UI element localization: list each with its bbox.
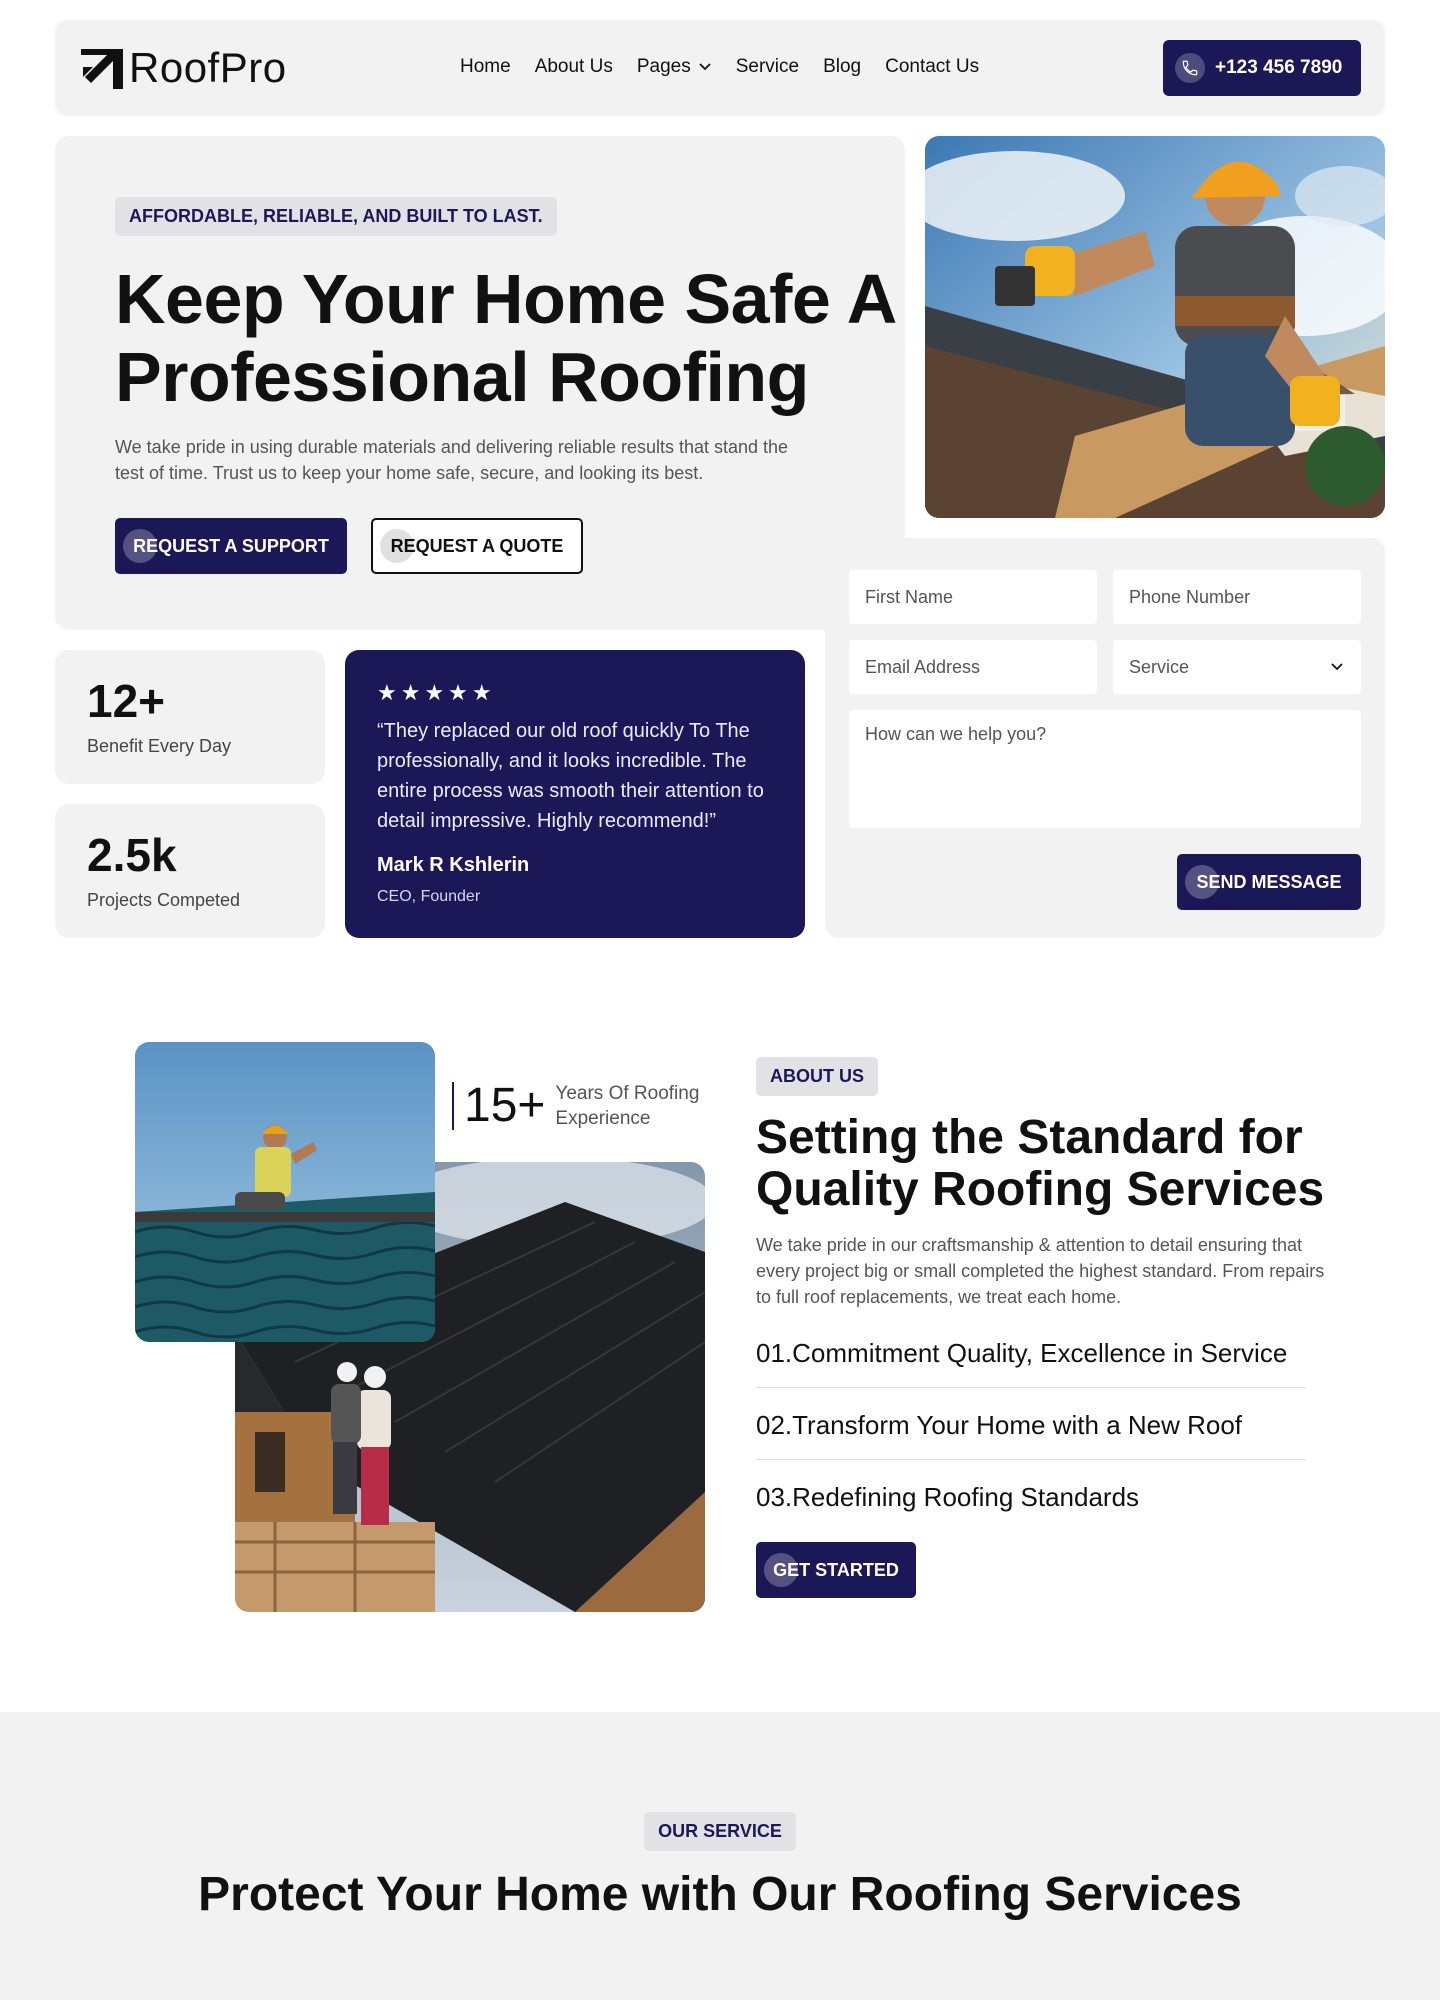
email-placeholder: Email Address: [865, 656, 981, 677]
roofer-hero-image: [925, 136, 1385, 518]
testimonial-quote: “They replaced our old roof quickly To T…: [377, 720, 764, 832]
get-started-button[interactable]: GET STARTED: [756, 1542, 916, 1598]
testimonial-author: Mark R Kshlerin: [377, 854, 530, 876]
site-header: RoofPro Home About Us Pages Service Blog…: [55, 20, 1385, 116]
service-selected: Service: [1129, 656, 1190, 677]
hero-tag: AFFORDABLE, RELIABLE, AND BUILT TO LAST.: [115, 197, 557, 236]
about-feature-item: 03.Redefining Roofing Standards: [756, 1482, 1140, 1512]
logo-text: RoofPro: [129, 44, 287, 91]
roofer-tile-image: [135, 1042, 435, 1342]
about-feature-item: 01.Commitment Quality, Excellence in Ser…: [756, 1338, 1306, 1388]
service-section: OUR SERVICE Protect Your Home with Our R…: [0, 1712, 1440, 2000]
logo-icon: [81, 49, 123, 89]
button-dot: [764, 1553, 798, 1587]
nav-pages-label: Pages: [636, 56, 691, 77]
nav-service-label: Service: [735, 56, 800, 77]
email-field[interactable]: Email Address: [849, 640, 1097, 694]
request-quote-button[interactable]: REQUEST A QUOTE: [371, 518, 583, 574]
request-quote-label: REQUEST A QUOTE: [390, 535, 564, 556]
about-tag: ABOUT US: [756, 1057, 878, 1096]
phone-button[interactable]: +123 456 7890: [1163, 40, 1361, 96]
hero-title: Keep Your Home Safe A Professional Roofi…: [115, 260, 895, 416]
hero-section: AFFORDABLE, RELIABLE, AND BUILT TO LAST.…: [55, 136, 905, 630]
nav-blog[interactable]: Blog: [823, 56, 861, 78]
experience-divider: [452, 1081, 454, 1130]
experience-label: Years Of Roofing Experience: [555, 1082, 700, 1129]
button-dot: [380, 529, 414, 563]
experience-years: 15+: [464, 1079, 546, 1132]
logo[interactable]: RoofPro: [79, 44, 287, 92]
page: RoofPro Home About Us Pages Service Blog…: [0, 0, 1440, 2000]
about-text: We take pride in our craftsmanship & att…: [756, 1235, 1325, 1307]
nav-contact[interactable]: Contact Us: [885, 56, 979, 78]
stat-label: Benefit Every Day: [87, 736, 232, 756]
request-support-button[interactable]: REQUEST A SUPPORT: [115, 518, 347, 574]
service-tag: OUR SERVICE: [644, 1812, 796, 1851]
service-title: Protect Your Home with Our Roofing Servi…: [198, 1868, 1242, 1921]
service-tag-wrap: OUR SERVICE: [0, 1812, 1440, 1851]
stat-label: Projects Competed: [87, 890, 241, 910]
chevron-down-icon: [699, 63, 711, 71]
experience-badge: 15+ Years Of Roofing Experience: [452, 1078, 715, 1133]
nav-contact-label: Contact Us: [885, 56, 980, 77]
testimonial-card: ★★★★★ “They replaced our old roof quickl…: [345, 650, 805, 938]
nav-about[interactable]: About Us: [535, 56, 613, 78]
phone-number: +123 456 7890: [1215, 57, 1343, 78]
phone-number-placeholder: Phone Number: [1129, 586, 1251, 607]
nav-home-label: Home: [460, 56, 511, 77]
roofer-tile-photo: [135, 1042, 435, 1342]
stat-card: 12+ Benefit Every Day: [55, 650, 325, 784]
first-name-field[interactable]: First Name: [849, 570, 1097, 624]
nav-service[interactable]: Service: [736, 56, 799, 78]
about-feature-item: 02.Transform Your Home with a New Roof: [756, 1410, 1306, 1460]
star-rating: ★★★★★: [377, 680, 496, 705]
chevron-down-icon: [1331, 663, 1343, 671]
phone-icon: [1175, 53, 1205, 83]
stat-value: 12+: [87, 675, 166, 727]
request-support-label: REQUEST A SUPPORT: [133, 535, 329, 556]
hero-text: We take pride in using durable materials…: [115, 437, 789, 483]
send-message-button[interactable]: SEND MESSAGE: [1177, 854, 1361, 910]
about-title: Setting the Standard for Quality Roofing…: [756, 1111, 1325, 1216]
phone-number-field[interactable]: Phone Number: [1113, 570, 1361, 624]
nav-pages[interactable]: Pages: [637, 56, 712, 78]
button-dot: [1185, 865, 1219, 899]
stat-card: 2.5k Projects Competed: [55, 804, 325, 938]
testimonial-role: CEO, Founder: [377, 888, 481, 905]
message-placeholder: How can we help you?: [865, 724, 1047, 744]
main-nav: Home About Us Pages Service Blog Contact…: [460, 56, 979, 78]
service-select[interactable]: Service: [1113, 640, 1361, 694]
first-name-placeholder: First Name: [865, 586, 954, 607]
nav-about-label: About Us: [534, 56, 613, 77]
nav-blog-label: Blog: [823, 56, 862, 77]
roofer-photo: [925, 136, 1385, 518]
button-dot: [123, 529, 157, 563]
stat-value: 2.5k: [87, 829, 177, 881]
contact-form: First Name Phone Number Email Address Se…: [825, 538, 1385, 938]
message-field[interactable]: How can we help you?: [849, 710, 1361, 828]
nav-home[interactable]: Home: [460, 56, 511, 78]
